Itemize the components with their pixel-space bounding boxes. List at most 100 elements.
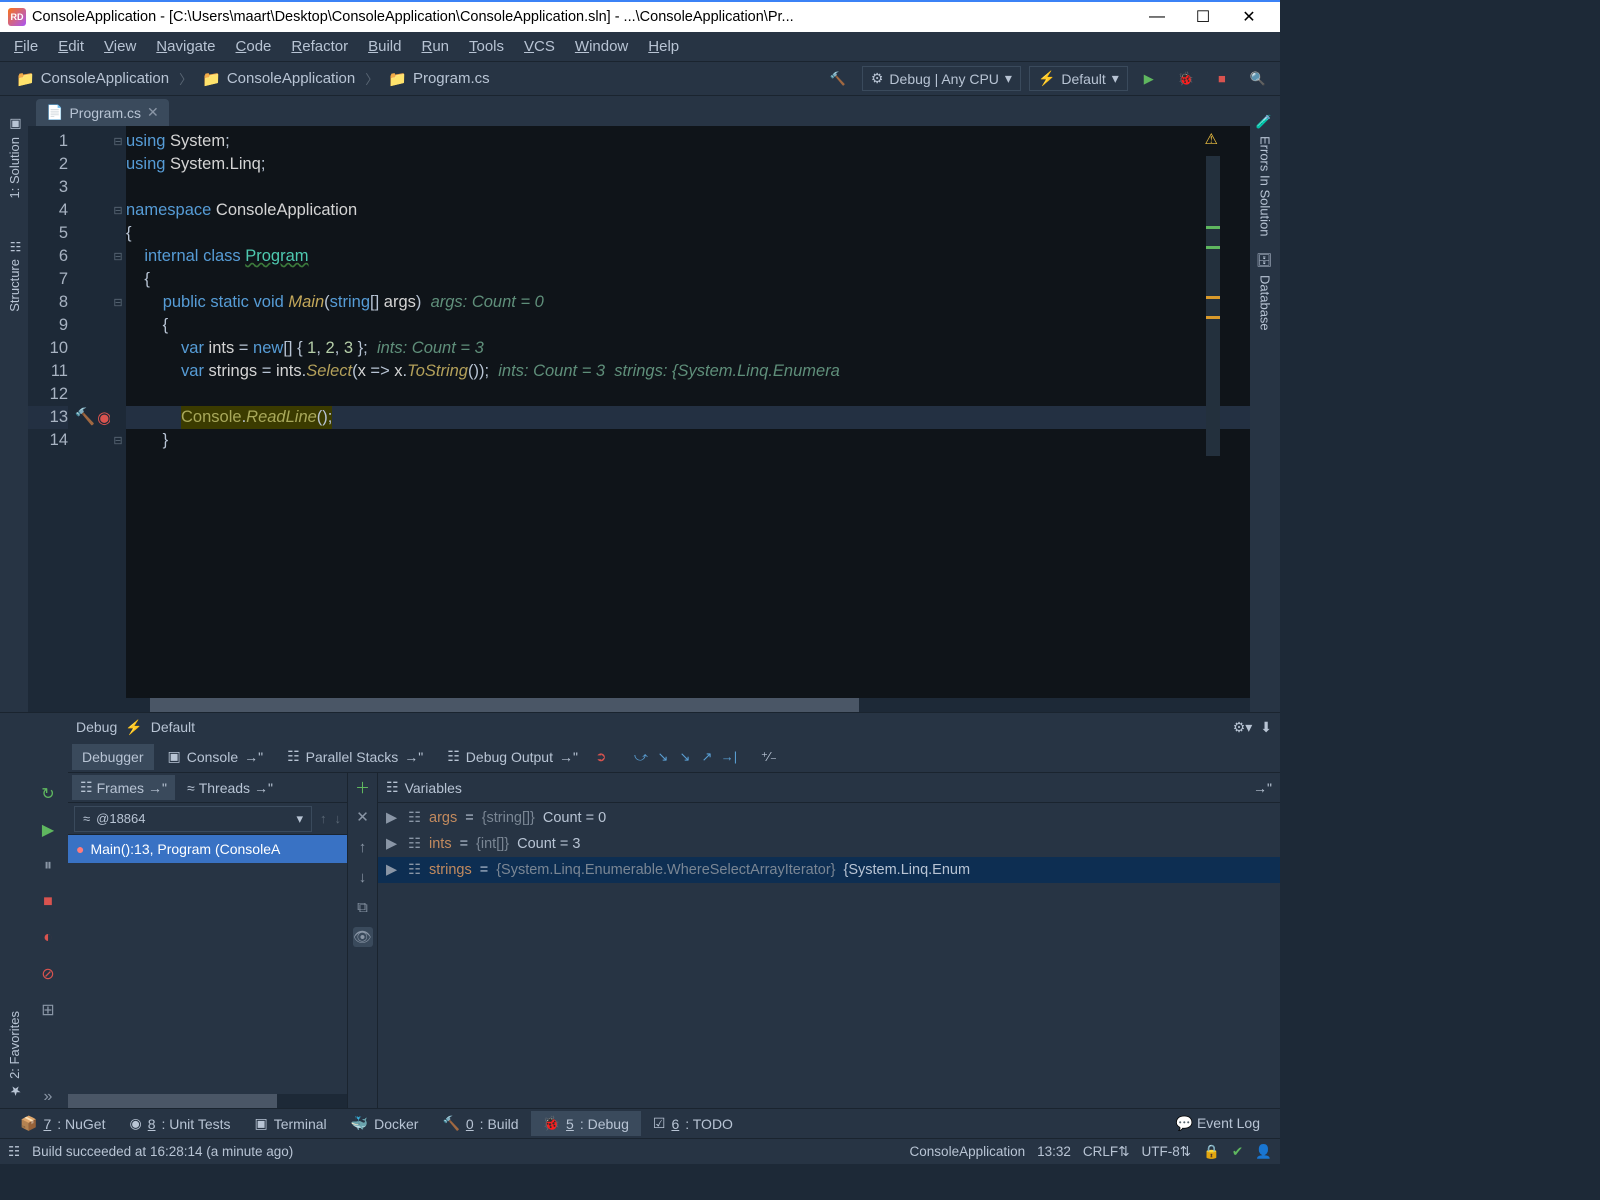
stack-frame-row[interactable]: ●Main():13, Program (ConsoleA	[68, 835, 347, 863]
run-to-cursor-icon[interactable]: →|	[720, 748, 738, 766]
menu-tools[interactable]: Tools	[459, 34, 514, 59]
variable-row[interactable]: ▶☷ args = {string[]} Count = 0	[378, 805, 1280, 831]
frames-h-scroll[interactable]	[68, 1094, 347, 1108]
menu-navigate[interactable]: Navigate	[146, 34, 225, 59]
status-man-icon[interactable]: 👤	[1255, 1144, 1272, 1160]
debug-config-label: Default	[151, 719, 195, 735]
structure-tool-button[interactable]: Structure ☷	[7, 238, 22, 312]
app-icon: RD	[8, 8, 26, 26]
vars-pin-icon[interactable]: →"	[1253, 780, 1272, 796]
up-icon[interactable]: ↑	[353, 837, 373, 857]
evaluate-icon[interactable]: ⁺⁄₋	[760, 748, 778, 766]
config-dropdown[interactable]: ⚙ Debug | Any CPU ▾	[862, 66, 1021, 91]
prev-frame-icon[interactable]: ↑	[320, 811, 327, 826]
console-tab[interactable]: ▣ Console →"	[158, 743, 274, 770]
stop-icon[interactable]: ■	[37, 891, 59, 913]
code-editor[interactable]: 1234567891011121314 🔨◉ ⊟⊟⊟⊟⊟ using Syste…	[28, 126, 1250, 698]
maximize-button[interactable]: ☐	[1180, 7, 1226, 27]
tool-window-unittests[interactable]: ◉8: Unit Tests	[117, 1111, 242, 1136]
run-config-label: Default	[1061, 71, 1105, 87]
menu-help[interactable]: Help	[638, 34, 689, 59]
copy-icon[interactable]: ⧉	[353, 897, 373, 917]
editor-tab-bar: 📄Program.cs ✕	[28, 96, 1250, 126]
code-area[interactable]: using System;using System.Linq;namespace…	[126, 126, 1250, 698]
menu-view[interactable]: View	[94, 34, 146, 59]
menu-run[interactable]: Run	[411, 34, 459, 59]
tool-window-todo[interactable]: ☑6: TODO	[641, 1111, 745, 1136]
breadcrumb-item[interactable]: 📁ConsoleApplication	[6, 66, 179, 92]
close-button[interactable]: ✕	[1226, 7, 1272, 27]
debug-button[interactable]: 🐞	[1170, 67, 1202, 91]
status-position[interactable]: 13:32	[1037, 1144, 1071, 1159]
debug-panel: ★ 2: Favorites ↻ ▶ ⏸ ■ ◐ ⊘ ⊞ » Debug ⚡De…	[0, 712, 1280, 1108]
next-frame-icon[interactable]: ↓	[335, 811, 342, 826]
menu-code[interactable]: Code	[226, 34, 282, 59]
variable-row[interactable]: ▶☷ ints = {int[]} Count = 3	[378, 831, 1280, 857]
tab-label: Program.cs	[69, 105, 141, 121]
parallel-stacks-tab[interactable]: ☷ Parallel Stacks →"	[277, 743, 433, 770]
run-button[interactable]: ▶	[1136, 67, 1162, 91]
build-icon[interactable]: 🔨	[822, 67, 854, 91]
tool-window-nuget[interactable]: 📦7: NuGet	[8, 1111, 117, 1136]
status-bar: ☷ Build succeeded at 16:28:14 (a minute …	[0, 1138, 1280, 1164]
event-log-button[interactable]: 💬 Event Log	[1164, 1111, 1272, 1136]
editor-h-scroll[interactable]	[28, 698, 1250, 712]
down-icon[interactable]: ↓	[353, 867, 373, 887]
show-execution-icon[interactable]: ➲	[592, 748, 610, 766]
close-tab-icon[interactable]: ✕	[147, 104, 159, 121]
threads-tab[interactable]: ≈ Threads →"	[179, 776, 281, 800]
mute-breakpoints-icon[interactable]: ⊘	[37, 963, 59, 985]
debug-settings-icon[interactable]: ⚙▾	[1233, 719, 1253, 736]
minimap[interactable]	[1206, 156, 1220, 456]
menu-file[interactable]: File	[4, 34, 48, 59]
menu-build[interactable]: Build	[358, 34, 411, 59]
add-watch-icon[interactable]: ＋	[353, 777, 373, 797]
debugger-tab[interactable]: Debugger	[72, 744, 154, 770]
variable-row[interactable]: ▶☷ strings = {System.Linq.Enumerable.Whe…	[378, 857, 1280, 883]
expand-icon[interactable]: »	[37, 1086, 59, 1108]
tool-window-terminal[interactable]: ▣Terminal	[243, 1111, 339, 1136]
status-line-ending[interactable]: CRLF⇅	[1083, 1144, 1130, 1160]
errors-tool-button[interactable]: 🧪 Errors In Solution	[1258, 106, 1273, 244]
frames-tab[interactable]: ☷ Frames →"	[72, 775, 175, 800]
tool-window-debug[interactable]: 🐞5: Debug	[531, 1111, 641, 1136]
remove-watch-icon[interactable]: ✕	[353, 807, 373, 827]
menu-vcs[interactable]: VCS	[514, 34, 565, 59]
step-over-icon[interactable]: ⤻	[632, 748, 650, 766]
step-out-icon[interactable]: ↗	[698, 748, 716, 766]
layout-icon[interactable]: ⊞	[37, 999, 59, 1021]
config-label: Debug | Any CPU	[889, 71, 998, 87]
menu-refactor[interactable]: Refactor	[281, 34, 358, 59]
thread-dropdown[interactable]: ≈ @18864▾	[74, 806, 312, 832]
menu-edit[interactable]: Edit	[48, 34, 94, 59]
debug-download-icon[interactable]: ⬇	[1260, 719, 1272, 736]
rerun-icon[interactable]: ↻	[37, 783, 59, 805]
show-watches-icon[interactable]: 👁	[353, 927, 373, 947]
breadcrumb-item[interactable]: 📁Program.cs	[378, 66, 499, 92]
force-step-into-icon[interactable]: ↘	[676, 748, 694, 766]
right-tool-strip: 🧪 Errors In Solution 🗄 Database	[1250, 96, 1280, 712]
breadcrumb-item[interactable]: 📁ConsoleApplication	[192, 66, 365, 92]
debug-output-tab[interactable]: ☷ Debug Output →"	[437, 743, 588, 770]
database-tool-button[interactable]: 🗄 Database	[1258, 244, 1273, 338]
variables-label: Variables	[405, 780, 462, 796]
minimize-button[interactable]: —	[1134, 8, 1180, 26]
lock-icon[interactable]: 🔒	[1203, 1144, 1220, 1160]
pause-icon[interactable]: ⏸	[37, 855, 59, 877]
view-breakpoints-icon[interactable]: ◐	[37, 927, 59, 949]
stop-button[interactable]: ■	[1210, 67, 1234, 90]
editor-tab[interactable]: 📄Program.cs ✕	[36, 99, 169, 126]
resume-icon[interactable]: ▶	[37, 819, 59, 841]
favorites-tool-button[interactable]: ★ 2: Favorites	[7, 1011, 22, 1098]
step-into-icon[interactable]: ↘	[654, 748, 672, 766]
tool-window-docker[interactable]: 🐳Docker	[339, 1111, 431, 1136]
status-ok-icon[interactable]: ✔	[1232, 1144, 1243, 1160]
run-config-dropdown[interactable]: ⚡ Default ▾	[1029, 66, 1128, 91]
search-icon[interactable]: 🔍	[1242, 67, 1274, 91]
status-encoding[interactable]: UTF-8⇅	[1142, 1144, 1192, 1160]
tool-window-build[interactable]: 🔨0: Build	[430, 1111, 530, 1136]
debug-title: Debug	[76, 719, 117, 735]
solution-tool-button[interactable]: 1: Solution ▣	[7, 116, 22, 198]
menu-window[interactable]: Window	[565, 34, 638, 59]
warning-icon[interactable]: ⚠	[1205, 130, 1218, 148]
